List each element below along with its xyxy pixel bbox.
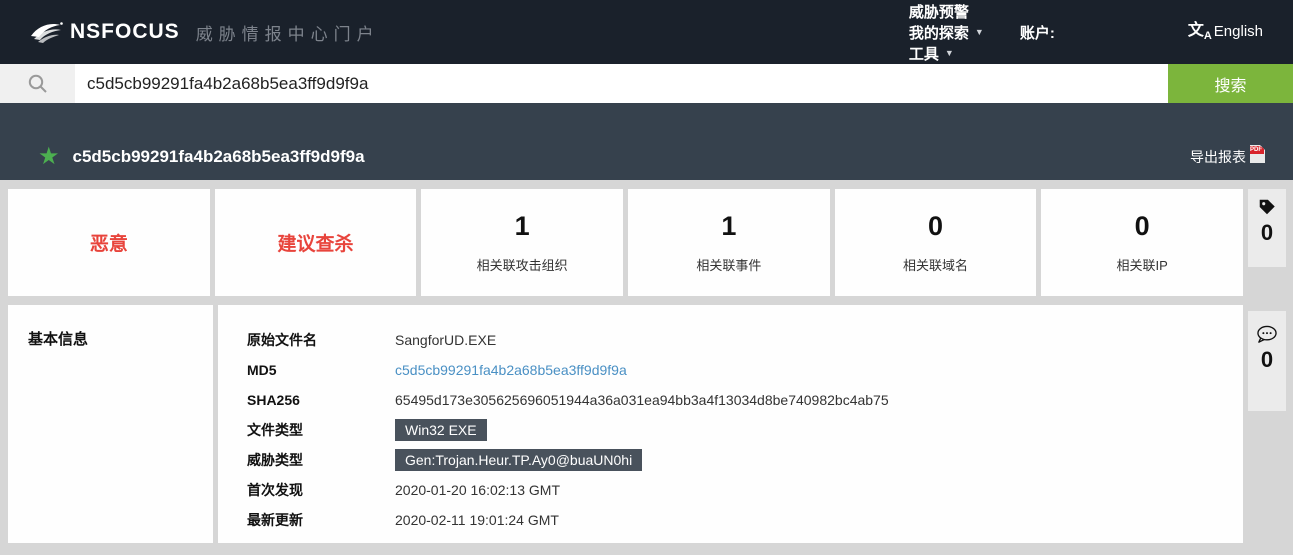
counter-value: 0: [928, 212, 943, 240]
language-toggle[interactable]: 文 A English: [1188, 23, 1263, 42]
info-label: MD5: [247, 362, 395, 378]
comments-count: 0: [1261, 347, 1273, 373]
info-value: 65495d173e305625696051944a36a031ea94bb3a…: [395, 392, 889, 408]
brand-name: NSFOCUS: [70, 20, 180, 44]
verdict-card-0: 恶意: [8, 189, 210, 296]
info-value-link[interactable]: c5d5cb99291fa4b2a68b5ea3ff9d9f9a: [395, 362, 627, 378]
side-strip: 0 0: [1248, 189, 1286, 543]
report-header: ★ c5d5cb99291fa4b2a68b5ea3ff9d9f9a 导出报表 …: [0, 103, 1293, 180]
info-value-badge: Gen:Trojan.Heur.TP.Ay0@buaUN0hi: [395, 449, 642, 471]
counter-label: 相关联IP: [1117, 255, 1168, 274]
content-area: 恶意 建议查杀 1 相关联攻击组织 1 相关联事件 0 相关联域名 0 相关联IP 基本信息 原始…: [0, 180, 1293, 543]
tags-panel: 0: [1248, 189, 1286, 267]
language-label: English: [1214, 23, 1263, 40]
counter-label: 相关联域名: [903, 255, 968, 274]
translate-icon-a: A: [1204, 30, 1212, 42]
verdict-label: 恶意: [90, 229, 128, 256]
info-value: 2020-02-11 19:01:24 GMT: [395, 512, 559, 528]
section-title: 基本信息: [28, 328, 213, 349]
stats-row: 恶意 建议查杀 1 相关联攻击组织 1 相关联事件 0 相关联域名 0 相关联IP: [8, 189, 1243, 296]
info-value: 2020-01-20 16:02:13 GMT: [395, 482, 560, 498]
chevron-down-icon: ▼: [945, 48, 954, 58]
search-input[interactable]: [75, 64, 1168, 103]
info-label: 威胁类型: [247, 450, 395, 470]
counter-card-3[interactable]: 0 相关联IP: [1041, 189, 1243, 296]
nav-item-2[interactable]: 我的探索▼: [909, 22, 984, 43]
info-row-3: 文件类型Win32 EXE: [247, 416, 1243, 444]
nav-item-3[interactable]: 工具▼: [909, 43, 984, 64]
counter-value: 1: [721, 212, 736, 240]
info-value: SangforUD.EXE: [395, 332, 496, 348]
info-label: 最新更新: [247, 510, 395, 530]
report-title-hash: c5d5cb99291fa4b2a68b5ea3ff9d9f9a: [73, 147, 365, 167]
search-icon: [27, 73, 49, 95]
pdf-file-icon: PDF: [1250, 145, 1265, 163]
brand: NSFOCUS 威胁情报中心门户: [30, 20, 380, 45]
translate-icon: 文: [1188, 23, 1204, 39]
basic-info-sidebar: 基本信息: [8, 305, 213, 543]
counter-label: 相关联事件: [696, 255, 761, 274]
search-button[interactable]: 搜索: [1168, 64, 1293, 103]
export-report-label: 导出报表: [1190, 147, 1246, 167]
counter-card-0[interactable]: 1 相关联攻击组织: [421, 189, 623, 296]
tags-count: 0: [1261, 220, 1273, 246]
info-label: SHA256: [247, 392, 395, 408]
counter-card-2[interactable]: 0 相关联域名: [835, 189, 1037, 296]
nsfocus-logo-icon: [30, 20, 64, 44]
info-row-5: 首次发现2020-01-20 16:02:13 GMT: [247, 476, 1243, 504]
chevron-down-icon: ▼: [975, 27, 984, 37]
export-report-link[interactable]: 导出报表 PDF: [1190, 147, 1265, 167]
info-label: 原始文件名: [247, 330, 395, 350]
info-label: 首次发现: [247, 480, 395, 500]
basic-info-detail: 原始文件名SangforUD.EXEMD5c5d5cb99291fa4b2a68…: [218, 305, 1243, 543]
search-icon-box: [0, 64, 75, 103]
counter-value: 0: [1135, 212, 1150, 240]
info-row-1: MD5c5d5cb99291fa4b2a68b5ea3ff9d9f9a: [247, 356, 1243, 384]
portal-title: 威胁情报中心门户: [196, 20, 380, 45]
account-label: 账户:: [1020, 22, 1055, 43]
verdict-label: 建议查杀: [278, 229, 354, 256]
tag-icon[interactable]: [1257, 197, 1277, 217]
info-value-badge: Win32 EXE: [395, 419, 487, 441]
favorite-star-icon[interactable]: ★: [38, 147, 60, 167]
info-row-4: 威胁类型Gen:Trojan.Heur.TP.Ay0@buaUN0hi: [247, 446, 1243, 474]
info-row-2: SHA25665495d173e305625696051944a36a031ea…: [247, 386, 1243, 414]
basic-info-section: 基本信息 原始文件名SangforUD.EXEMD5c5d5cb99291fa4…: [8, 305, 1243, 543]
info-label: 文件类型: [247, 420, 395, 440]
info-row-0: 原始文件名SangforUD.EXE: [247, 326, 1243, 354]
comments-panel: 0: [1248, 311, 1286, 411]
counter-card-1[interactable]: 1 相关联事件: [628, 189, 830, 296]
counter-value: 1: [515, 212, 530, 240]
counter-label: 相关联攻击组织: [477, 255, 568, 274]
search-bar: 搜索: [0, 64, 1293, 103]
nav-item-1[interactable]: 威胁预警: [909, 1, 984, 22]
comment-icon[interactable]: [1256, 325, 1278, 344]
account-name-redacted: [1063, 23, 1158, 42]
top-navbar: NSFOCUS 威胁情报中心门户 安全报告威胁预警我的探索▼工具▼文档▼ 账户:…: [0, 0, 1293, 64]
account-menu[interactable]: 账户:: [1020, 22, 1158, 43]
verdict-card-1: 建议查杀: [215, 189, 417, 296]
info-row-6: 最新更新2020-02-11 19:01:24 GMT: [247, 506, 1243, 534]
main-column: 恶意 建议查杀 1 相关联攻击组织 1 相关联事件 0 相关联域名 0 相关联IP 基本信息 原始…: [8, 189, 1243, 543]
